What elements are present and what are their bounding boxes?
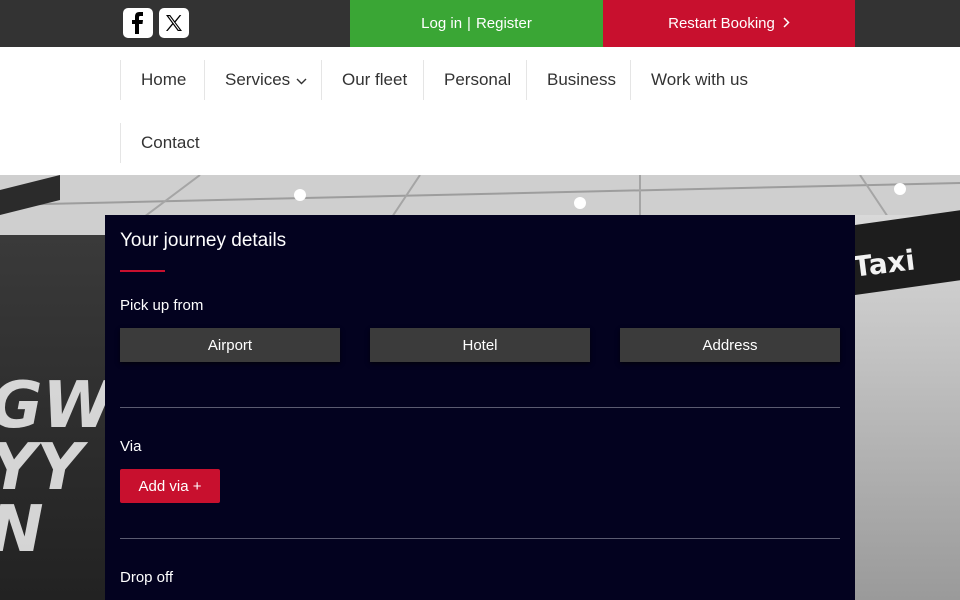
chevron-down-icon [290,70,307,90]
pickup-address-button[interactable]: Address [620,328,840,362]
section-divider [120,407,840,408]
via-label: Via [120,438,142,455]
nav-item-services[interactable]: Services [204,60,327,100]
nav-item-label: Home [141,70,187,89]
add-via-button[interactable]: Add via + [120,469,220,503]
title-underline [120,270,165,272]
nav-item-label: Our fleet [342,70,408,89]
nav-item-business[interactable]: Business [526,60,636,100]
nav-item-contact[interactable]: Contact [120,123,220,163]
nav-item-label: Work with us [651,70,748,89]
facebook-icon[interactable] [123,8,153,38]
restart-booking-button[interactable]: Restart Booking [603,0,855,47]
nav-item-personal[interactable]: Personal [423,60,531,100]
login-link[interactable]: Log in [421,15,462,32]
section-divider [120,538,840,539]
register-link[interactable]: Register [476,15,532,32]
login-register-bar: Log in | Register [350,0,603,47]
nav-item-label: Business [547,70,616,89]
nav-item-home[interactable]: Home [120,60,206,100]
nav-item-label: Personal [444,70,512,89]
dropoff-label: Drop off [120,569,174,586]
nav-item-our-fleet[interactable]: Our fleet [321,60,427,100]
journey-details-panel: Your journey details Pick up from Airpor… [105,215,855,600]
top-bar: Log in | Register Restart Booking [0,0,960,47]
nav-item-label: Contact [141,133,200,152]
nav-item-label: Services [225,70,291,89]
pickup-label: Pick up from [120,297,204,314]
panel-title: Your journey details [120,230,287,251]
x-icon[interactable] [159,8,189,38]
chevron-right-icon [783,15,790,32]
pickup-airport-button[interactable]: Airport [120,328,340,362]
main-nav: Home Services Our fleet Personal Busines… [0,47,960,175]
restart-booking-label: Restart Booking [668,15,775,32]
login-separator: | [467,15,471,32]
nav-item-work-with-us[interactable]: Work with us [630,60,768,100]
pickup-hotel-button[interactable]: Hotel [370,328,590,362]
